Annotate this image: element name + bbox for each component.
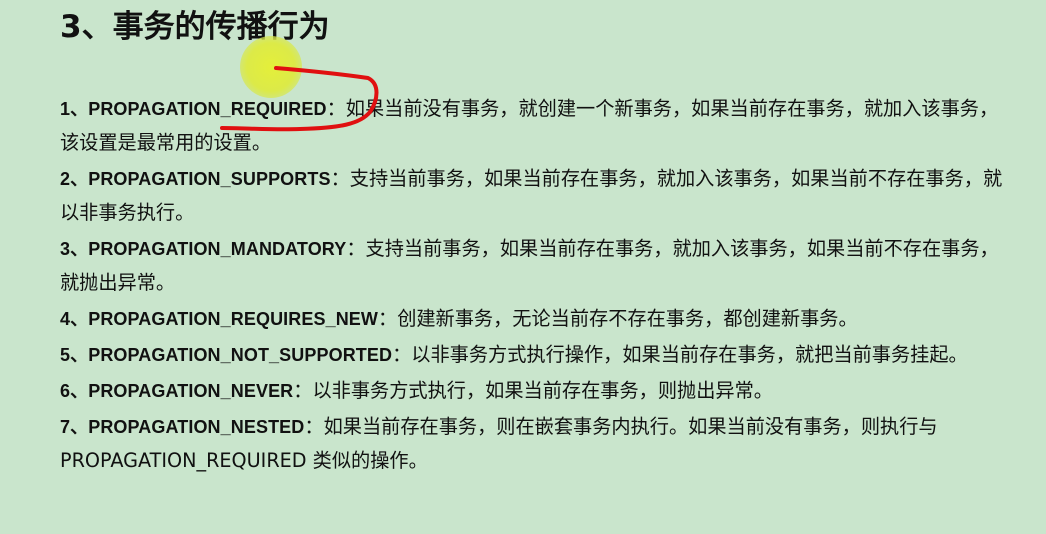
page-title: 3、事务的传播行为 [60, 9, 330, 45]
list-item: 2、PROPAGATION_SUPPORTS：支持当前事务，如果当前存在事务，就… [60, 162, 1010, 230]
list-item: 6、PROPAGATION_NEVER：以非事务方式执行，如果当前存在事务，则抛… [60, 374, 1010, 408]
item-number: 2、 [60, 169, 89, 189]
item-separator: ： [392, 343, 412, 366]
item-number: 7、 [60, 417, 89, 437]
list-item: 7、PROPAGATION_NESTED：如果当前存在事务，则在嵌套事务内执行。… [60, 410, 1010, 478]
list-item: 4、PROPAGATION_REQUIRES_NEW：创建新事务，无论当前存不存… [60, 302, 1010, 336]
list-item: 3、PROPAGATION_MANDATORY：支持当前事务，如果当前存在事务，… [60, 232, 1010, 300]
item-number: 1、 [60, 99, 89, 119]
item-name: PROPAGATION_SUPPORTS [88, 169, 331, 189]
slide: 3、事务的传播行为 1、PROPAGATION_REQUIRED：如果当前没有事… [0, 0, 1046, 534]
item-number: 3、 [60, 239, 89, 259]
item-description: 创建新事务，无论当前存不存在事务，都创建新事务。 [397, 307, 858, 330]
propagation-list: 1、PROPAGATION_REQUIRED：如果当前没有事务，就创建一个新事务… [60, 92, 1010, 480]
item-number: 6、 [60, 381, 89, 401]
item-separator: ： [378, 307, 398, 330]
list-item: 5、PROPAGATION_NOT_SUPPORTED：以非事务方式执行操作，如… [60, 338, 1010, 372]
item-name: PROPAGATION_MANDATORY [88, 239, 347, 259]
item-name: PROPAGATION_REQUIRES_NEW [88, 309, 378, 329]
item-name: PROPAGATION_NESTED [88, 417, 305, 437]
item-name: PROPAGATION_NEVER [88, 381, 294, 401]
item-separator: ： [346, 237, 366, 260]
item-description: 以非事务方式执行，如果当前存在事务，则抛出异常。 [312, 379, 773, 402]
item-separator: ： [304, 415, 324, 438]
item-name: PROPAGATION_NOT_SUPPORTED [88, 345, 393, 365]
item-separator: ： [330, 167, 350, 190]
item-description: 以非事务方式执行操作，如果当前存在事务，就把当前事务挂起。 [411, 343, 968, 366]
item-number: 5、 [60, 345, 89, 365]
item-separator: ： [293, 379, 313, 402]
item-separator: ： [326, 97, 346, 120]
item-number: 4、 [60, 309, 89, 329]
list-item: 1、PROPAGATION_REQUIRED：如果当前没有事务，就创建一个新事务… [60, 92, 1010, 160]
item-name: PROPAGATION_REQUIRED [88, 99, 327, 119]
